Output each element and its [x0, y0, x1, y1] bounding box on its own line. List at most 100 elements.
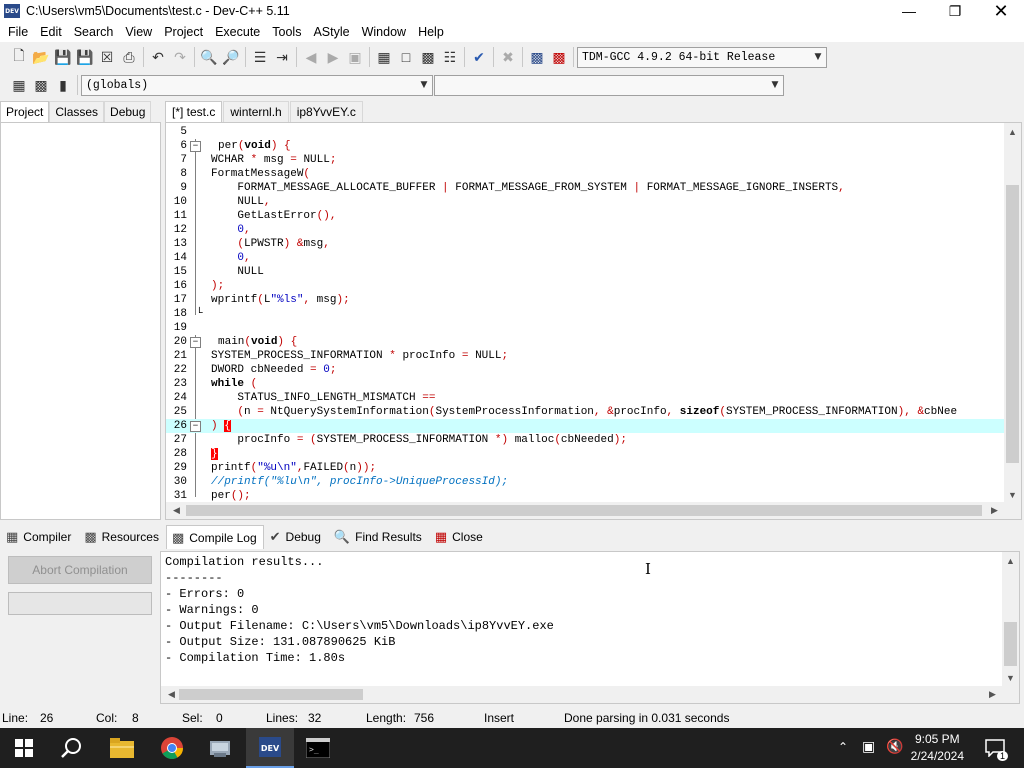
scope-select[interactable]: (globals) ▼ — [81, 74, 433, 96]
open-file-icon[interactable]: 📂 — [30, 46, 52, 68]
file-explorer-button[interactable] — [98, 728, 146, 768]
devcpp-taskbar-button[interactable]: DEV — [246, 728, 294, 768]
scroll-thumb[interactable] — [1004, 622, 1017, 666]
goto-back-icon[interactable]: ◀ — [300, 46, 322, 68]
compile-log-output[interactable]: Compilation results... -------- - Errors… — [160, 551, 1020, 704]
volume-muted-icon[interactable]: 🔇 — [886, 738, 903, 755]
scroll-up-icon[interactable]: ▲ — [1002, 552, 1019, 569]
redo-icon[interactable]: ↷ — [169, 46, 191, 68]
code-line: 12 0, — [173, 224, 251, 236]
rebuild-icon[interactable]: ☷ — [439, 46, 461, 68]
code-line: 30//printf("%lu\n", procInfo->UniqueProc… — [173, 476, 509, 488]
new-file-icon[interactable]: 🗋 — [8, 46, 30, 68]
chevron-up-icon[interactable]: ⌃ — [838, 740, 848, 754]
menu-edit[interactable]: Edit — [34, 25, 68, 39]
menu-search[interactable]: Search — [68, 25, 120, 39]
member-select[interactable]: ▼ — [434, 74, 784, 96]
scroll-right-icon[interactable]: ▶ — [986, 502, 1003, 519]
scroll-down-icon[interactable]: ▼ — [1002, 669, 1019, 686]
log-vertical-scrollbar[interactable]: ▲ ▼ — [1002, 552, 1019, 686]
tab-find-results[interactable]: 🔍 Find Results — [328, 525, 429, 549]
current-code-line: 26−) { — [166, 419, 1004, 433]
menu-view[interactable]: View — [119, 25, 158, 39]
compiler-select[interactable]: TDM-GCC 4.9.2 64-bit Release ▼ — [577, 46, 827, 68]
notification-center-button[interactable]: 1 — [984, 737, 1008, 761]
menu-file[interactable]: File — [2, 25, 34, 39]
menu-execute[interactable]: Execute — [209, 25, 266, 39]
print-icon[interactable]: ⎙ — [118, 46, 140, 68]
tab-project[interactable]: Project — [0, 101, 50, 122]
menu-help[interactable]: Help — [412, 25, 450, 39]
menu-astyle[interactable]: AStyle — [307, 25, 355, 39]
chevron-down-icon: ▼ — [420, 80, 428, 90]
status-line: 26 — [40, 711, 54, 725]
fold-toggle-icon[interactable]: − — [190, 141, 201, 152]
editor-vertical-scrollbar[interactable]: ▲ ▼ — [1004, 123, 1021, 503]
tab-debug-bottom[interactable]: ✔ Debug — [264, 525, 328, 549]
menu-window[interactable]: Window — [356, 25, 412, 39]
system-clock[interactable]: 9:05 PM 2/24/2024 — [911, 731, 964, 765]
scroll-thumb[interactable] — [179, 689, 363, 700]
fold-toggle-icon[interactable]: − — [190, 421, 201, 432]
replace-icon[interactable]: 🔎 — [220, 46, 242, 68]
toggle-bookmark-icon[interactable]: ▮ — [52, 74, 74, 96]
minimize-button[interactable]: — — [886, 0, 932, 22]
tab-close[interactable]: ▦ Close — [429, 525, 490, 549]
run-icon[interactable]: □ — [395, 46, 417, 68]
tab-winternl-h[interactable]: winternl.h — [223, 101, 289, 122]
network-icon[interactable]: ▣ — [862, 738, 875, 755]
menu-project[interactable]: Project — [158, 25, 209, 39]
delete-profile-icon[interactable]: ▩ — [548, 46, 570, 68]
search-button[interactable] — [48, 728, 96, 768]
insert-icon[interactable]: ▩ — [30, 74, 52, 96]
scroll-up-icon[interactable]: ▲ — [1004, 123, 1021, 140]
undo-icon[interactable]: ↶ — [147, 46, 169, 68]
tab-test-c[interactable]: [*] test.c — [165, 101, 223, 122]
chrome-button[interactable] — [148, 728, 196, 768]
new-project-icon[interactable]: ▦ — [8, 74, 30, 96]
svg-text:>_: >_ — [309, 745, 319, 754]
compile-icon[interactable]: ▦ — [373, 46, 395, 68]
compile-run-icon[interactable]: ▩ — [417, 46, 439, 68]
tab-debug-left[interactable]: Debug — [104, 101, 152, 122]
profile-icon[interactable]: ▩ — [526, 46, 548, 68]
fold-toggle-icon[interactable]: − — [190, 337, 201, 348]
status-lines: 32 — [308, 711, 322, 725]
tab-resources[interactable]: ▩ Resources — [78, 525, 166, 549]
log-horizontal-scrollbar[interactable]: ◀ ▶ — [161, 686, 1019, 703]
scroll-down-icon[interactable]: ▼ — [1004, 486, 1021, 503]
editor-horizontal-scrollbar[interactable]: ◀ ▶ — [166, 502, 1021, 519]
tab-ip8yvvey-c[interactable]: ip8YvvEY.c — [289, 101, 363, 122]
tab-compile-log[interactable]: ▩ Compile Log — [165, 525, 264, 549]
console-taskbar-button[interactable]: >_ — [294, 728, 342, 768]
scroll-thumb[interactable] — [1006, 185, 1019, 463]
find-icon[interactable]: 🔍 — [198, 46, 220, 68]
abort-compilation-button[interactable]: Abort Compilation — [8, 556, 152, 584]
code-editor[interactable]: 5 6− per(void) { 7 WCHAR * msg = NULL; 8 Fo… — [165, 122, 1022, 520]
save-icon[interactable]: 💾 — [52, 46, 74, 68]
indent-icon[interactable]: ☰ — [249, 46, 271, 68]
stop-icon[interactable]: ▣ — [344, 46, 366, 68]
scroll-right-icon[interactable]: ▶ — [984, 686, 1001, 703]
scroll-left-icon[interactable]: ◀ — [168, 502, 185, 519]
pinned-app-button[interactable] — [196, 728, 244, 768]
scroll-thumb[interactable] — [186, 505, 982, 516]
tab-compiler[interactable]: ▦ Compiler — [0, 525, 78, 549]
goto-forward-icon[interactable]: ▶ — [322, 46, 344, 68]
bottom-panel-tabs: ▦ Compiler ▩ Resources ▩ Compile Log ✔ Debug… — [0, 524, 1024, 550]
scroll-left-icon[interactable]: ◀ — [163, 686, 180, 703]
close-window-button[interactable]: ✕ — [978, 0, 1024, 22]
save-all-icon[interactable]: 💾 — [74, 46, 96, 68]
bar-chart-icon: ▩ — [171, 529, 185, 545]
close-file-icon[interactable]: ☒ — [96, 46, 118, 68]
start-button[interactable] — [0, 728, 48, 768]
stop-execution-icon[interactable]: ✖ — [497, 46, 519, 68]
menu-tools[interactable]: Tools — [266, 25, 307, 39]
syntax-check-icon[interactable]: ✔ — [468, 46, 490, 68]
folder-icon — [110, 738, 134, 758]
unindent-icon[interactable]: ⇥ — [271, 46, 293, 68]
project-panel[interactable] — [0, 122, 161, 520]
notification-count: 1 — [996, 751, 1008, 761]
tab-classes[interactable]: Classes — [49, 101, 105, 122]
maximize-button[interactable]: ❐ — [932, 0, 978, 22]
